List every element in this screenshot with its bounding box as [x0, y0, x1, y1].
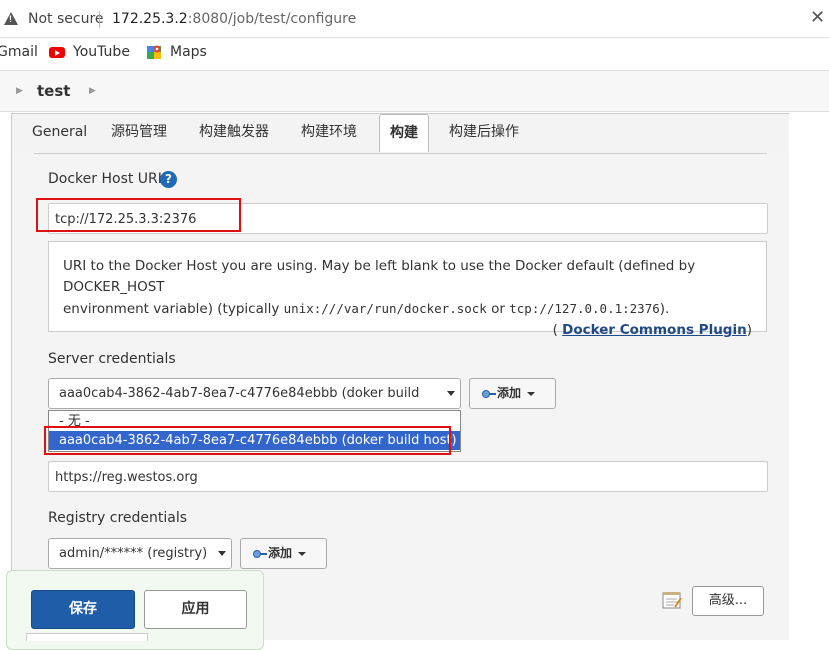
registry-credentials-value: admin/****** (registry) — [59, 546, 208, 561]
server-credentials-select[interactable]: aaa0cab4-3862-4ab7-8ea7-c4776e84ebbb (do… — [48, 378, 461, 430]
youtube-icon[interactable] — [49, 47, 65, 58]
help-text: environment variable) (typically — [63, 301, 284, 317]
tab-build-environment[interactable]: 构建环境 — [291, 113, 367, 151]
docker-host-label: Docker Host URI — [48, 171, 162, 187]
highlight-box — [36, 198, 241, 232]
bookmark-gmail[interactable]: Gmail — [0, 44, 38, 60]
caret-down-icon — [298, 551, 307, 556]
warning-icon[interactable] — [4, 12, 18, 25]
add-server-credentials-button[interactable]: 添加 — [469, 378, 556, 409]
docker-commons-plugin-link[interactable]: Docker Commons Plugin — [562, 322, 747, 338]
key-icon — [482, 389, 496, 398]
chevron-down-icon — [447, 391, 455, 396]
help-icon[interactable]: ? — [160, 171, 177, 188]
server-credentials-label: Server credentials — [48, 351, 176, 367]
docker-host-help: URI to the Docker Host you are using. Ma… — [48, 241, 767, 338]
chevron-down-icon — [218, 551, 226, 556]
tab-general[interactable]: General — [22, 113, 97, 151]
maps-icon[interactable] — [146, 44, 162, 60]
help-text: ). — [659, 301, 670, 317]
notepad-icon[interactable] — [661, 590, 683, 610]
registry-credentials-label: Registry credentials — [48, 510, 188, 526]
bookmark-youtube[interactable]: YouTube — [73, 44, 130, 60]
save-button[interactable]: 保存 — [31, 590, 135, 629]
url-host: 172.25.3.2 — [112, 11, 188, 27]
page-margin — [789, 113, 829, 640]
section-divider — [34, 153, 767, 154]
registry-url-input[interactable]: https://reg.westos.org — [48, 461, 768, 492]
help-code-unix: unix:///var/run/docker.sock — [283, 301, 487, 316]
url-path: :8080/job/test/configure — [187, 11, 357, 27]
help-source: ( Docker Commons Plugin) — [63, 320, 752, 341]
breadcrumb-job[interactable]: test — [37, 82, 70, 100]
url-text[interactable]: 172.25.3.2:8080/job/test/configure — [112, 11, 356, 27]
bookmark-maps[interactable]: Maps — [170, 44, 207, 60]
add-label: 添加 — [497, 386, 522, 400]
chevron-right-icon: ▶ — [16, 86, 23, 96]
caret-down-icon — [527, 391, 536, 396]
breadcrumb — [0, 71, 829, 112]
help-text: ( — [552, 322, 563, 338]
help-text: or — [486, 301, 510, 317]
security-status[interactable]: Not secure — [28, 11, 104, 27]
key-icon — [253, 549, 267, 558]
tab-build[interactable]: 构建 — [379, 114, 429, 153]
close-icon[interactable]: ✕ — [810, 7, 825, 28]
tab-build-triggers[interactable]: 构建触发器 — [189, 113, 279, 151]
tab-source-management[interactable]: 源码管理 — [101, 113, 177, 151]
url-divider — [99, 11, 100, 28]
advanced-button[interactable]: 高级... — [692, 586, 764, 616]
add-registry-credentials-button[interactable]: 添加 — [240, 538, 327, 569]
tab-post-build[interactable]: 构建后操作 — [439, 113, 529, 151]
help-text: ) — [746, 322, 752, 338]
registry-credentials-select[interactable]: admin/****** (registry) — [48, 538, 232, 569]
highlight-box — [44, 426, 451, 455]
help-line-2: environment variable) (typically unix://… — [63, 298, 752, 320]
add-label: 添加 — [268, 546, 293, 560]
chevron-right-icon[interactable]: ▶ — [89, 86, 96, 96]
help-code-tcp: tcp://127.0.0.1:2376 — [509, 301, 660, 316]
help-line-1: URI to the Docker Host you are using. Ma… — [63, 258, 696, 295]
apply-button[interactable]: 应用 — [144, 590, 247, 629]
